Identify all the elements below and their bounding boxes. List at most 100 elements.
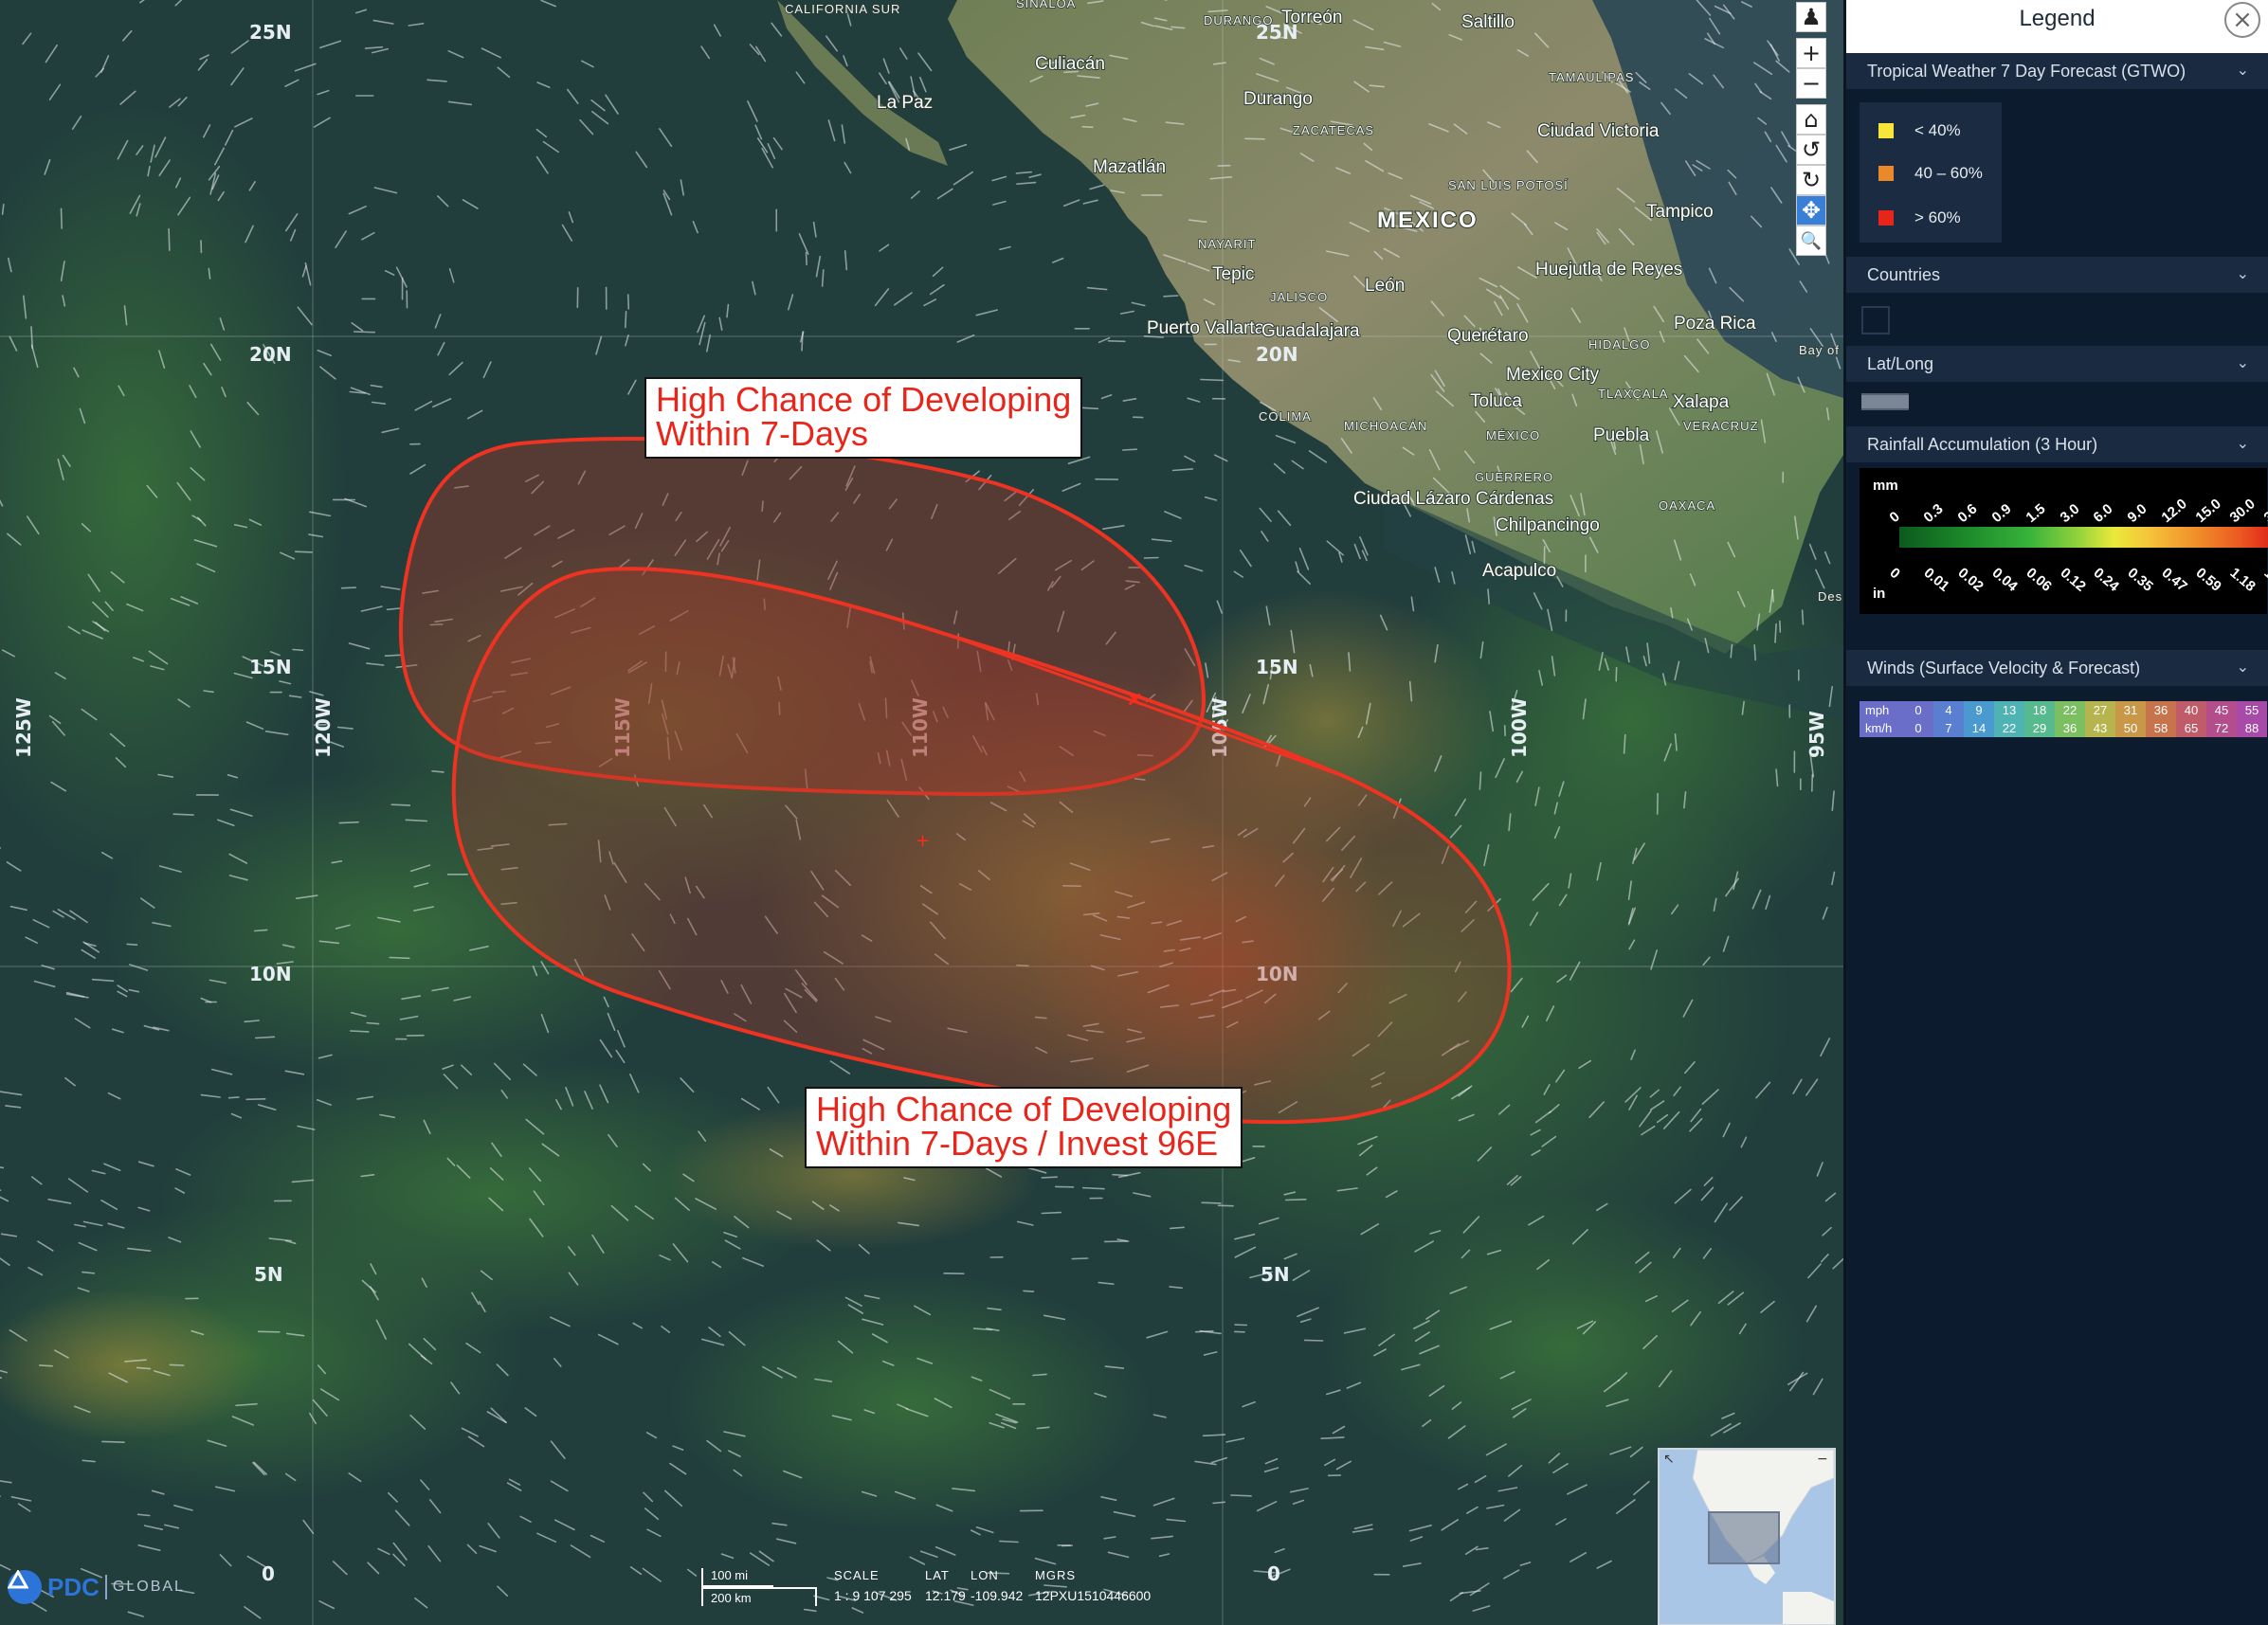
wind-streak: [227, 1096, 240, 1099]
rainfall-mm-tick: 0.3: [1920, 500, 1947, 527]
gtwo-item: > 60%: [1878, 208, 1961, 227]
lat-label: 15N: [1256, 656, 1298, 678]
wind-streak: [1753, 643, 1756, 661]
wind-kmh-cell: 88: [2237, 719, 2267, 737]
chevron-down-icon[interactable]: ⌄: [2237, 264, 2249, 282]
chevron-down-icon[interactable]: ⌄: [2237, 434, 2249, 452]
section-header-latlong[interactable]: Lat/Long ⌄: [1846, 346, 2268, 382]
lat-label: 20N: [1256, 343, 1298, 366]
wind-streak: [1771, 588, 1774, 603]
rotate-left-button[interactable]: ↺: [1796, 135, 1826, 165]
city-label: Puebla: [1593, 425, 1650, 445]
wind-streak: [1244, 137, 1265, 140]
wind-streak: [340, 587, 357, 589]
city-label: Querétaro: [1447, 326, 1529, 346]
wind-kmh-cell: 65: [2176, 719, 2206, 737]
lon-label: 120W: [312, 697, 335, 758]
section-header-winds[interactable]: Winds (Surface Velocity & Forecast) ⌄: [1846, 650, 2268, 686]
chevron-down-icon[interactable]: ⌄: [2237, 658, 2249, 676]
annotation-line: High Chance of Developing: [656, 380, 1072, 419]
wind-streak: [1774, 623, 1777, 643]
disturbance-marker-icon[interactable]: +: [916, 831, 930, 851]
section-header-rainfall[interactable]: Rainfall Accumulation (3 Hour) ⌄: [1846, 426, 2268, 462]
pan-tool-button[interactable]: ✥: [1796, 195, 1826, 226]
rainfall-in-tick: 0.12: [2057, 564, 2089, 595]
wind-kmh-cell: 22: [1994, 719, 2024, 737]
wind-kmh-cell: 43: [2085, 719, 2115, 737]
city-label: Mexico City: [1506, 365, 1600, 385]
chevron-down-icon[interactable]: ⌄: [2237, 353, 2249, 371]
overview-collapse-icon[interactable]: −: [1817, 1452, 1828, 1467]
wind-streak: [1801, 609, 1805, 625]
rainfall-mm-tick: 9.0: [2124, 500, 2150, 527]
wind-streak: [101, 1440, 125, 1443]
rainfall-in-tick: 0.24: [2090, 564, 2123, 595]
rainfall-in-tick: 0.59: [2192, 564, 2225, 595]
overview-map[interactable]: ↖ −: [1658, 1448, 1836, 1625]
storm-center-icon[interactable]: ×: [1126, 688, 1143, 712]
gtwo-label: > 60%: [1914, 208, 1961, 226]
wind-streak: [1112, 1173, 1129, 1177]
zoom-box-button[interactable]: 🔍: [1796, 226, 1826, 256]
wind-streak: [245, 1098, 266, 1101]
wind-mph-cell: 45: [2206, 701, 2237, 719]
wind-mph-cell: 0: [1903, 701, 1933, 719]
lat-label: 0: [262, 1562, 275, 1585]
street-view-icon[interactable]: ♟: [1796, 2, 1826, 32]
overview-extent[interactable]: [1708, 1511, 1780, 1564]
wind-streak: [1479, 771, 1482, 790]
section-header-countries[interactable]: Countries ⌄: [1846, 257, 2268, 293]
pdc-logo[interactable]: PDC GLOBAL: [8, 1570, 185, 1604]
rotate-right-button[interactable]: ↻: [1796, 165, 1826, 195]
map-view[interactable]: 25N 25N 20N 20N 15N 15N 10N 10N 5N 5N 0 …: [0, 0, 1843, 1625]
annotation-line: Within 7-Days / Invest 96E: [816, 1124, 1219, 1163]
wind-mph-cell: 31: [2115, 701, 2146, 719]
rainfall-mm-tick: 37.5: [2260, 496, 2268, 527]
legend-section-latlong: Lat/Long ⌄: [1846, 346, 2268, 426]
section-title: Winds (Surface Velocity & Forecast): [1867, 658, 2141, 677]
wind-kmh-cell: 50: [2115, 719, 2146, 737]
wind-streak: [353, 331, 376, 334]
scale-bar: 100 mi 200 km: [701, 1568, 817, 1606]
logo-separator: [104, 1575, 107, 1599]
region-label: TLAXCALA: [1598, 387, 1668, 401]
wind-streak: [172, 813, 194, 816]
home-button[interactable]: ⌂: [1796, 104, 1826, 135]
scale-miles-label: 100 mi: [711, 1568, 749, 1582]
rainfall-mm-tick: 6.0: [2090, 500, 2116, 527]
pdc-logo-icon: [8, 1570, 42, 1604]
section-header-gtwo[interactable]: Tropical Weather 7 Day Forecast (GTWO) ⌄: [1846, 53, 2268, 89]
wind-streak: [1041, 1176, 1058, 1179]
city-label: Tepic: [1212, 264, 1254, 284]
scale-value: 1 : 9 107 295: [834, 1588, 912, 1603]
wind-streak: [431, 769, 445, 773]
overview-expand-icon[interactable]: ↖: [1663, 1452, 1675, 1467]
close-icon[interactable]: ×: [2224, 2, 2260, 38]
wind-streak: [389, 956, 410, 960]
zoom-out-button[interactable]: −: [1796, 68, 1826, 99]
rainfall-in-tick: 1.18: [2226, 564, 2259, 595]
wind-streak: [1163, 295, 1179, 298]
lat-label: 5N: [1261, 1263, 1290, 1286]
wind-streak: [257, 1330, 281, 1333]
wind-unit-label: km/h: [1860, 719, 1903, 737]
map-canvas[interactable]: 25N 25N 20N 20N 15N 15N 10N 10N 5N 5N 0 …: [0, 0, 1843, 1625]
rainfall-in-tick: 0: [1886, 564, 1903, 583]
logo-subtext: GLOBAL: [112, 1579, 185, 1595]
wind-mph-cell: 40: [2176, 701, 2206, 719]
region-label: COLIMA: [1259, 409, 1312, 424]
gtwo-item: < 40%: [1878, 121, 1961, 140]
wind-streak: [626, 294, 630, 310]
wind-streak: [1194, 1330, 1214, 1333]
wind-streak: [1071, 1257, 1089, 1260]
chevron-down-icon[interactable]: ⌄: [2237, 61, 2249, 79]
city-label: Saltillo: [1461, 12, 1515, 32]
wind-mph-cell: 27: [2085, 701, 2115, 719]
wind-kmh-cell: 0: [1903, 719, 1933, 737]
countries-swatch: [1861, 306, 1890, 334]
city-label: Poza Rica: [1674, 314, 1756, 334]
wind-streak: [1143, 556, 1159, 559]
zoom-in-button[interactable]: +: [1796, 38, 1826, 68]
legend-section-winds: Winds (Surface Velocity & Forecast) ⌄ mp…: [1846, 650, 2268, 764]
section-title: Tropical Weather 7 Day Forecast (GTWO): [1867, 61, 2186, 81]
